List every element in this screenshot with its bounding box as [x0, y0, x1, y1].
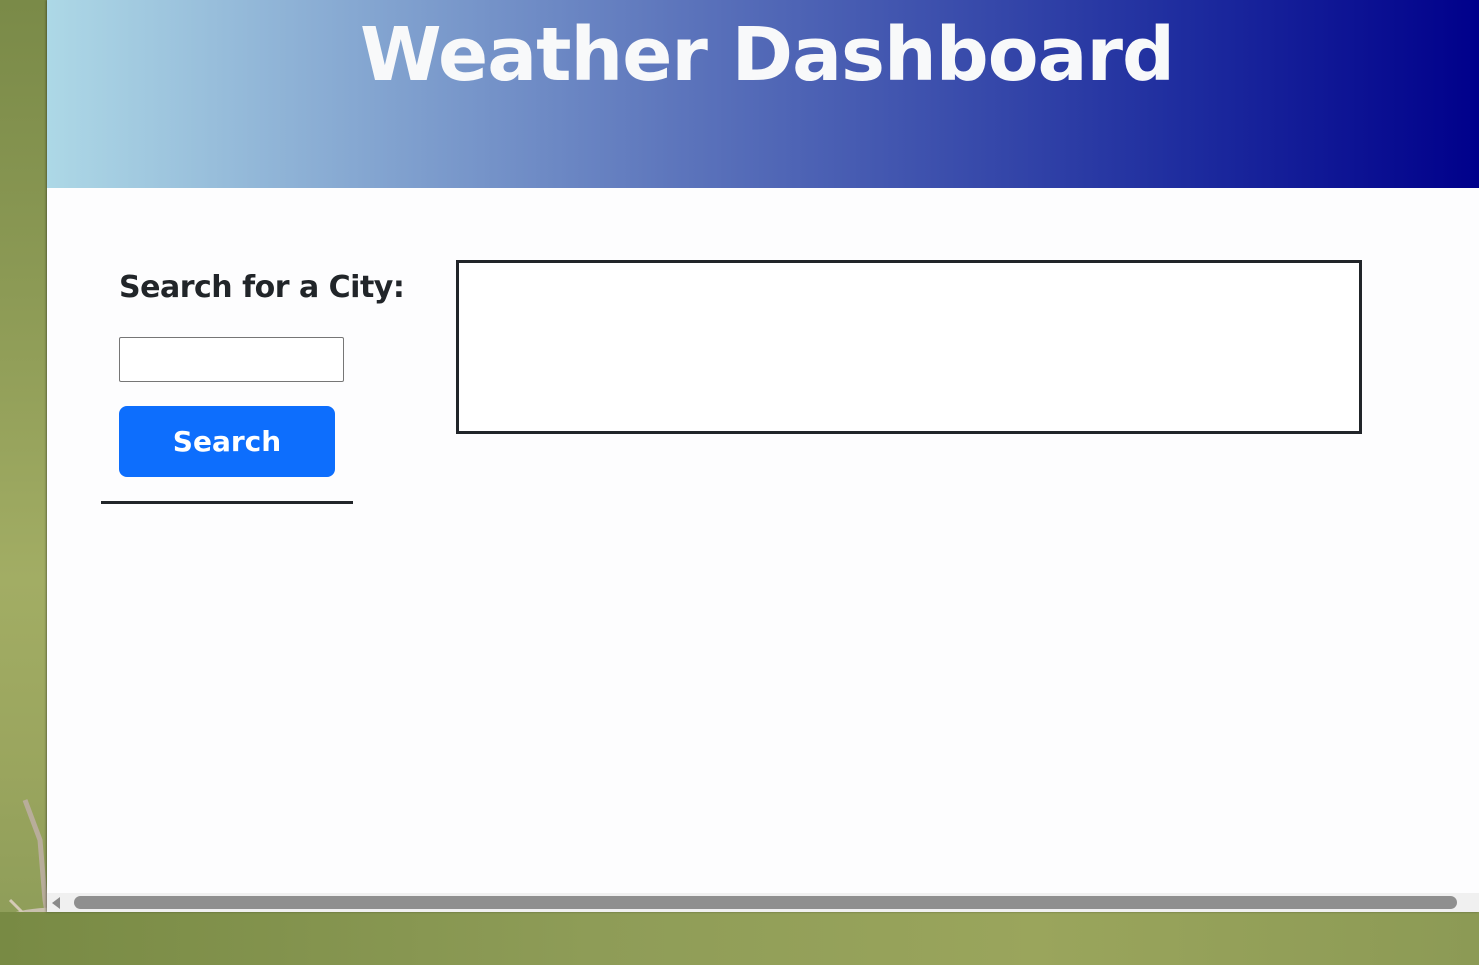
- desktop-wallpaper: [0, 912, 1479, 965]
- browser-window: Weather Dashboard Search for a City: Sea…: [47, 0, 1479, 912]
- scroll-left-arrow-icon[interactable]: [52, 897, 60, 909]
- horizontal-scrollbar[interactable]: [47, 893, 1479, 912]
- page-header: Weather Dashboard: [47, 0, 1479, 188]
- city-search-input[interactable]: [119, 337, 344, 382]
- scrollbar-thumb[interactable]: [74, 896, 1457, 909]
- current-weather-panel: [456, 260, 1362, 434]
- page-title: Weather Dashboard: [360, 12, 1175, 98]
- city-search-panel: Search for a City: Search: [101, 260, 405, 504]
- search-heading: Search for a City:: [119, 270, 405, 305]
- search-button[interactable]: Search: [119, 406, 335, 477]
